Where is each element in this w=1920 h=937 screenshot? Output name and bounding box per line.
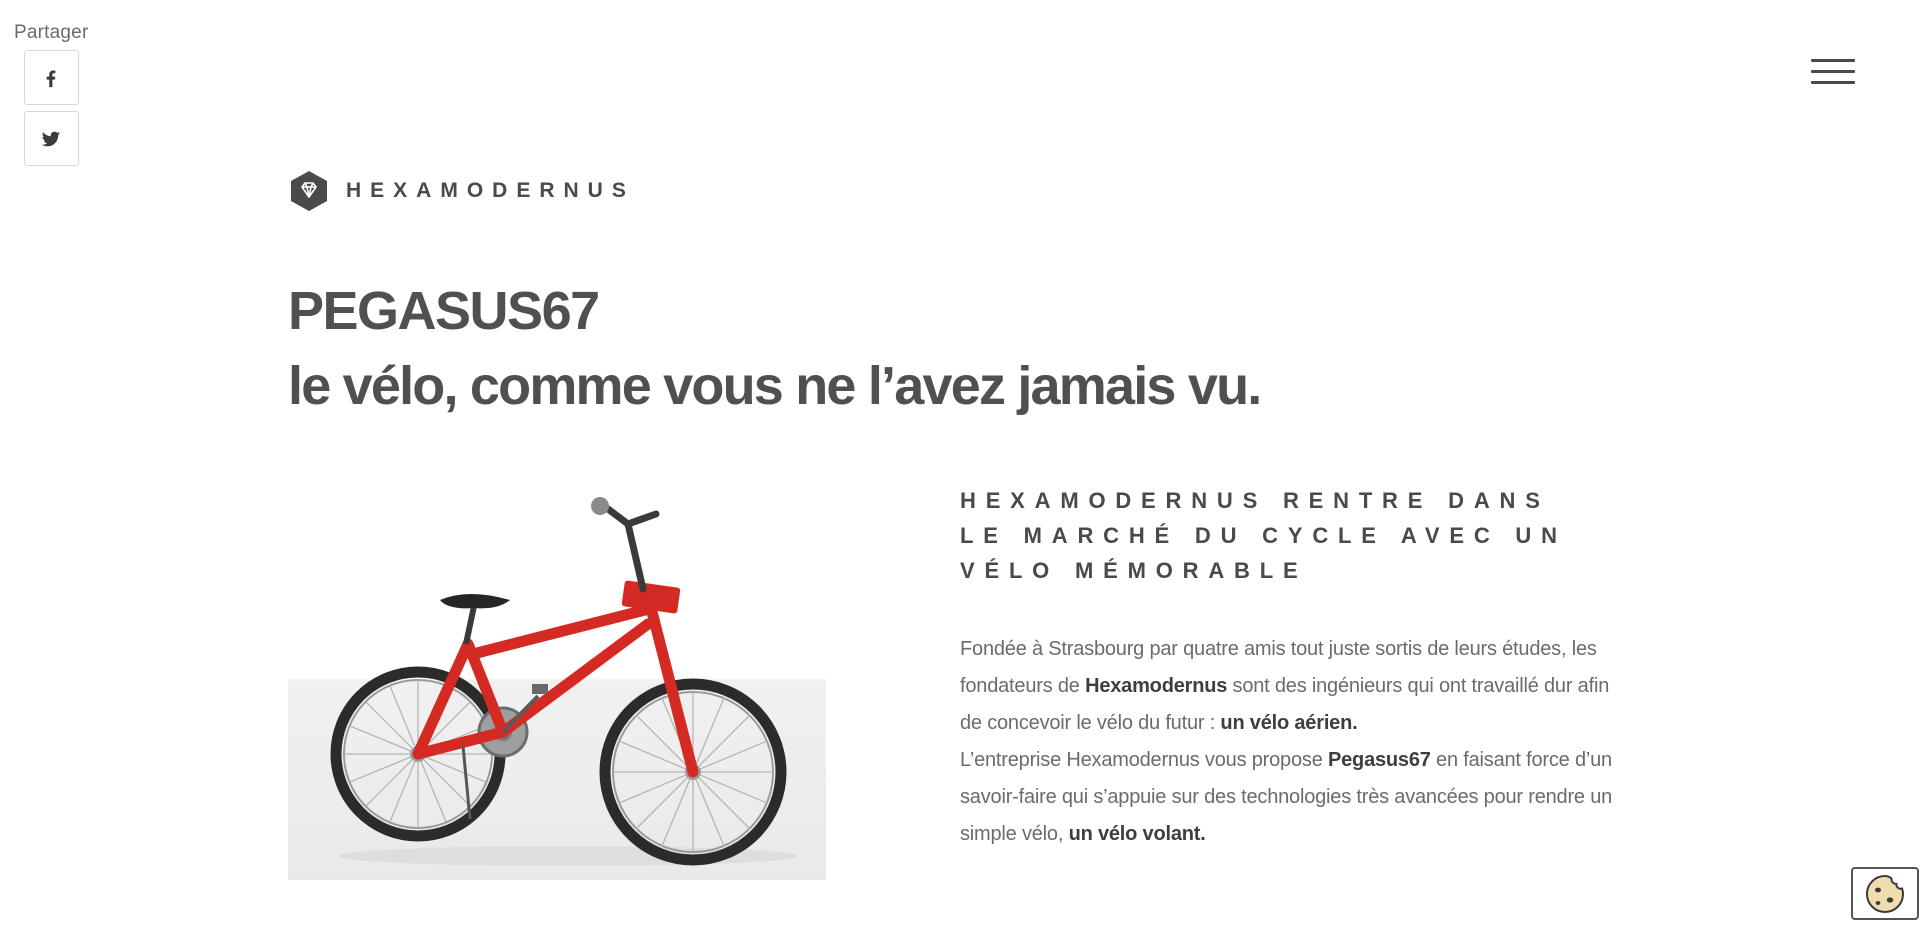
paragraph-1-bold-a: Hexamodernus (1085, 675, 1228, 697)
paragraph-2-text-a: L’entreprise Hexamodernus vous propose (960, 749, 1328, 771)
paragraph-2: L’entreprise Hexamodernus vous propose P… (960, 742, 1620, 853)
article-body: Fondée à Strasbourg par quatre amis tout… (960, 631, 1620, 853)
share-panel: Partager (14, 22, 88, 172)
share-label: Partager (14, 22, 89, 43)
facebook-icon (46, 69, 56, 87)
hero-subtitle: le vélo, comme vous ne l’avez jamais vu. (288, 356, 1262, 416)
paragraph-1-bold-b: un vélo aérien. (1220, 712, 1358, 734)
facebook-share-button[interactable] (23, 50, 79, 105)
paragraph-2-bold-a: Pegasus67 (1327, 749, 1431, 771)
red-bmx-bicycle-image (330, 497, 798, 866)
paragraph-1: Fondée à Strasbourg par quatre amis tout… (960, 631, 1620, 742)
bike-image (288, 484, 826, 880)
hamburger-menu-button[interactable] (1811, 59, 1855, 89)
brand[interactable]: HEXAMODERNUS (288, 170, 635, 212)
page: Partager HEXAMODERNUS PEGASUS67 le vélo,… (0, 0, 1920, 937)
cookie-icon (1865, 874, 1905, 913)
hamburger-line (1811, 70, 1855, 73)
article-heading: HEXAMODERNUS RENTRE DANS LE MARCHÉ DU CY… (960, 488, 1567, 583)
twitter-icon (41, 131, 61, 146)
diamond-hexagon-logo-icon (291, 171, 327, 211)
hero-headline: PEGASUS67 le vélo, comme vous ne l’avez … (288, 276, 1262, 426)
hamburger-line (1811, 81, 1855, 84)
hero-title: PEGASUS67 (288, 281, 600, 341)
hamburger-line (1811, 59, 1855, 62)
twitter-share-button[interactable] (23, 111, 79, 166)
paragraph-2-bold-b: un vélo volant. (1068, 823, 1206, 845)
brand-name: HEXAMODERNUS (346, 179, 635, 202)
cookie-settings-button[interactable] (1851, 867, 1919, 920)
